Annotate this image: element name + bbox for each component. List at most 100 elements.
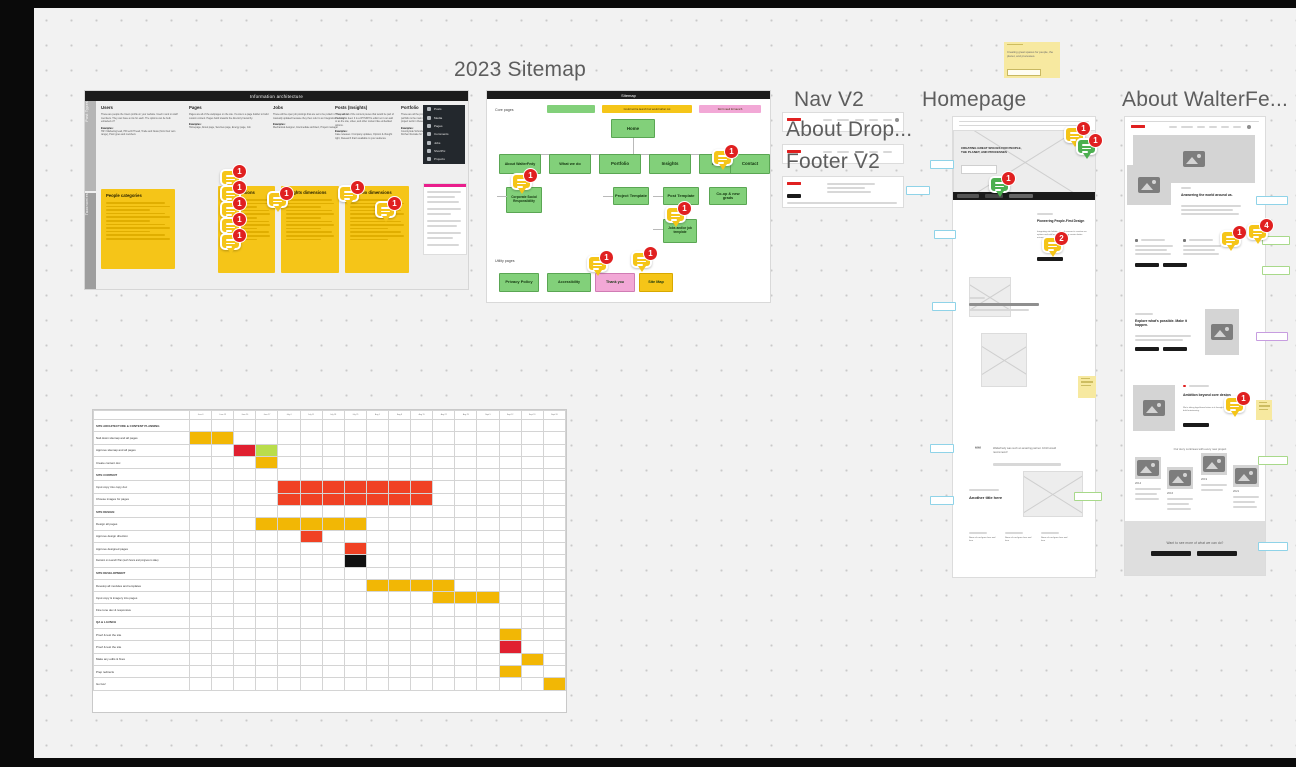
gantt-cell[interactable] xyxy=(476,652,500,666)
gantt-cell[interactable] xyxy=(343,492,367,507)
gantt-cell[interactable] xyxy=(299,529,323,543)
gantt-cell[interactable] xyxy=(255,628,279,642)
gantt-cell[interactable] xyxy=(410,578,434,593)
gantt-cell[interactable] xyxy=(277,615,301,630)
gantt-cell[interactable] xyxy=(410,480,434,494)
gantt-cell[interactable] xyxy=(454,455,478,470)
gantt-cell[interactable] xyxy=(299,418,323,433)
gantt-cell[interactable] xyxy=(365,517,389,531)
gantt-cell[interactable] xyxy=(542,529,567,543)
gantt-cell[interactable] xyxy=(211,664,235,679)
gantt-cell[interactable] xyxy=(520,443,544,457)
gantt-cell[interactable] xyxy=(542,517,567,531)
sitemap-node-privacy[interactable]: Privacy Policy xyxy=(499,273,539,292)
gantt-cell[interactable] xyxy=(410,652,434,666)
gantt-cell[interactable] xyxy=(542,628,567,642)
information-architecture-board[interactable]: Information architecture Post Types Taxo… xyxy=(84,90,469,290)
gantt-cell[interactable] xyxy=(343,652,367,666)
gantt-cell[interactable] xyxy=(299,541,323,556)
gantt-row[interactable]: SITE CONTENT xyxy=(93,468,567,482)
gantt-cell[interactable] xyxy=(299,517,323,531)
gantt-cell[interactable] xyxy=(255,431,279,445)
gantt-cell[interactable] xyxy=(410,468,434,482)
gantt-cell[interactable] xyxy=(542,418,567,433)
gantt-cell[interactable] xyxy=(476,554,500,568)
gantt-cell[interactable] xyxy=(476,640,500,654)
gantt-cell[interactable] xyxy=(188,640,213,654)
gantt-cell[interactable] xyxy=(365,443,389,457)
gantt-cell[interactable] xyxy=(542,603,567,617)
gantt-cell[interactable] xyxy=(476,578,500,593)
gantt-cell[interactable] xyxy=(255,492,279,507)
gantt-cell[interactable] xyxy=(410,529,434,543)
gantt-cell[interactable] xyxy=(188,554,213,568)
gantt-cell[interactable] xyxy=(387,677,412,691)
gantt-cell[interactable] xyxy=(211,591,235,605)
gantt-cell[interactable] xyxy=(343,591,367,605)
gantt-cell[interactable] xyxy=(343,554,367,568)
gantt-cell[interactable] xyxy=(299,468,323,482)
gantt-cell[interactable] xyxy=(476,480,500,494)
gantt-cell[interactable] xyxy=(454,664,478,679)
gantt-cell[interactable] xyxy=(321,603,345,617)
gantt-cell[interactable] xyxy=(211,431,235,445)
sitemap-node-coop[interactable]: Co-op & new grads xyxy=(709,187,747,205)
gantt-cell[interactable] xyxy=(387,468,412,482)
gantt-cell[interactable] xyxy=(188,541,213,556)
gantt-cell[interactable] xyxy=(542,640,567,654)
design-canvas[interactable]: 2023 Sitemap Information architecture Po… xyxy=(34,8,1296,758)
gantt-cell[interactable] xyxy=(432,455,456,470)
gantt-cell[interactable] xyxy=(365,628,389,642)
gantt-cell[interactable] xyxy=(542,664,567,679)
gantt-cell[interactable] xyxy=(498,603,522,617)
gantt-cell[interactable] xyxy=(299,677,323,691)
gantt-cell[interactable] xyxy=(211,455,235,470)
gantt-cell[interactable] xyxy=(432,492,456,507)
gantt-cell[interactable] xyxy=(520,455,544,470)
gantt-cell[interactable] xyxy=(233,566,257,580)
gantt-cell[interactable] xyxy=(343,529,367,543)
gantt-cell[interactable] xyxy=(188,418,213,433)
gantt-cell[interactable] xyxy=(387,505,412,519)
gantt-cell[interactable] xyxy=(498,455,522,470)
gantt-cell[interactable] xyxy=(188,652,213,666)
gantt-cell[interactable] xyxy=(410,443,434,457)
gantt-cell[interactable] xyxy=(410,431,434,445)
gantt-cell[interactable] xyxy=(520,566,544,580)
gantt-cell[interactable] xyxy=(211,529,235,543)
gantt-row[interactable]: Go live! xyxy=(93,677,567,691)
gantt-cell[interactable] xyxy=(520,541,544,556)
gantt-cell[interactable] xyxy=(277,541,301,556)
gantt-cell[interactable] xyxy=(321,529,345,543)
gantt-cell[interactable] xyxy=(454,566,478,580)
gantt-row[interactable]: Design all pages xyxy=(93,517,567,531)
gantt-cell[interactable] xyxy=(542,615,567,630)
gantt-cell[interactable] xyxy=(476,418,500,433)
gantt-cell[interactable] xyxy=(520,640,544,654)
gantt-cell[interactable] xyxy=(542,431,567,445)
gantt-cell[interactable] xyxy=(255,615,279,630)
gantt-cell[interactable] xyxy=(498,628,522,642)
gantt-cell[interactable] xyxy=(542,468,567,482)
gantt-cell[interactable] xyxy=(365,431,389,445)
gantt-cell[interactable] xyxy=(321,480,345,494)
gantt-cell[interactable] xyxy=(343,628,367,642)
wp-menu-item-projects[interactable]: Projects xyxy=(423,155,465,163)
gantt-cell[interactable] xyxy=(321,505,345,519)
gantt-cell[interactable] xyxy=(387,431,412,445)
gantt-cell[interactable] xyxy=(498,578,522,593)
homepage-wireframe[interactable]: CREATING GREAT SPACES FOR PEOPLE, THE PL… xyxy=(952,116,1096,578)
gantt-cell[interactable] xyxy=(476,566,500,580)
sticky-note[interactable] xyxy=(1078,376,1096,398)
gantt-cell[interactable] xyxy=(277,664,301,679)
annotation-label[interactable] xyxy=(930,160,954,169)
gantt-row[interactable]: Decision on Launch Plan (tech hours and … xyxy=(93,554,567,568)
gantt-cell[interactable] xyxy=(542,554,567,568)
gantt-cell[interactable] xyxy=(299,640,323,654)
gantt-cell[interactable] xyxy=(188,468,213,482)
gantt-cell[interactable] xyxy=(454,517,478,531)
annotation-label[interactable] xyxy=(932,302,956,311)
gantt-cell[interactable] xyxy=(188,431,213,445)
gantt-cell[interactable] xyxy=(387,443,412,457)
gantt-cell[interactable] xyxy=(542,591,567,605)
